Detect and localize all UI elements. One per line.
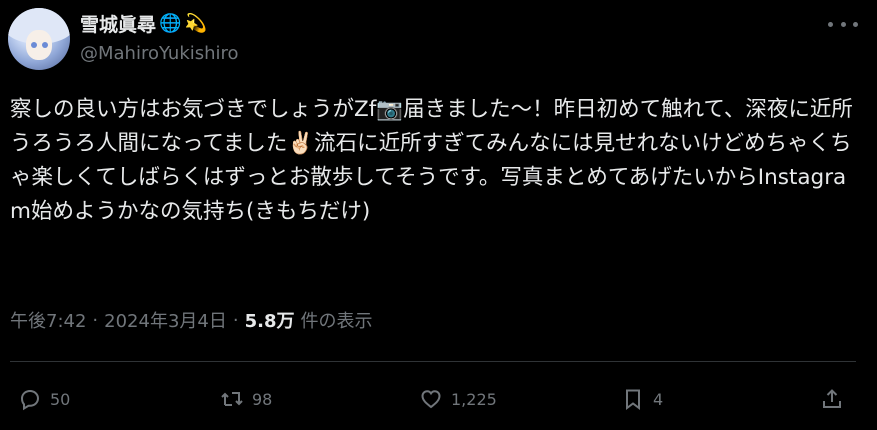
avatar[interactable] bbox=[8, 8, 70, 70]
share-button[interactable] bbox=[820, 378, 844, 420]
display-name[interactable]: 雪城眞尋 bbox=[80, 10, 156, 37]
repost-button[interactable]: 98 bbox=[220, 378, 272, 420]
like-icon bbox=[421, 390, 441, 409]
more-dot bbox=[828, 21, 833, 27]
action-bar: 50 98 1,225 4 bbox=[10, 378, 856, 420]
more-dot bbox=[840, 21, 846, 27]
tweet-time[interactable]: 午後7:42 bbox=[10, 307, 86, 333]
more-dot bbox=[853, 21, 858, 27]
share-icon bbox=[823, 389, 841, 408]
divider bbox=[10, 361, 856, 362]
reply-count: 50 bbox=[50, 389, 71, 409]
like-button[interactable]: 1,225 bbox=[419, 378, 497, 420]
avatar-eye bbox=[31, 42, 37, 48]
avatar-face bbox=[26, 30, 52, 60]
avatar-eye bbox=[42, 42, 48, 48]
tweet-date[interactable]: 2024年3月4日 bbox=[104, 307, 227, 333]
like-count: 1,225 bbox=[451, 389, 497, 409]
globe-badge: 🌐 bbox=[159, 12, 182, 34]
repost-icon bbox=[221, 392, 243, 406]
repost-count: 98 bbox=[252, 389, 273, 409]
reply-icon bbox=[20, 389, 40, 411]
meta-separator: · bbox=[232, 309, 239, 331]
tweet-meta: 午後7:42 · 2024年3月4日 · 5.8万 件の表示 bbox=[10, 307, 373, 333]
meta-separator: · bbox=[92, 309, 99, 331]
more-icon[interactable] bbox=[828, 16, 858, 32]
tweet-text: 察しの良い方はお気づきでしょうがZf📷届きました〜！昨日初めて触れて、深夜に近所… bbox=[10, 97, 853, 224]
user-handle[interactable]: @MahiroYukishiro bbox=[80, 43, 239, 64]
bookmark-button[interactable]: 4 bbox=[621, 378, 663, 420]
views-count: 5.8万 bbox=[244, 311, 295, 332]
bookmark-count: 4 bbox=[653, 389, 664, 409]
name-row[interactable]: 雪城眞尋 🌐 💫 bbox=[80, 10, 207, 37]
views-label: 件の表示 bbox=[300, 311, 373, 332]
reply-button[interactable]: 50 bbox=[18, 378, 70, 420]
dizzy-badge: 💫 bbox=[184, 12, 207, 34]
bookmark-icon bbox=[626, 389, 640, 410]
